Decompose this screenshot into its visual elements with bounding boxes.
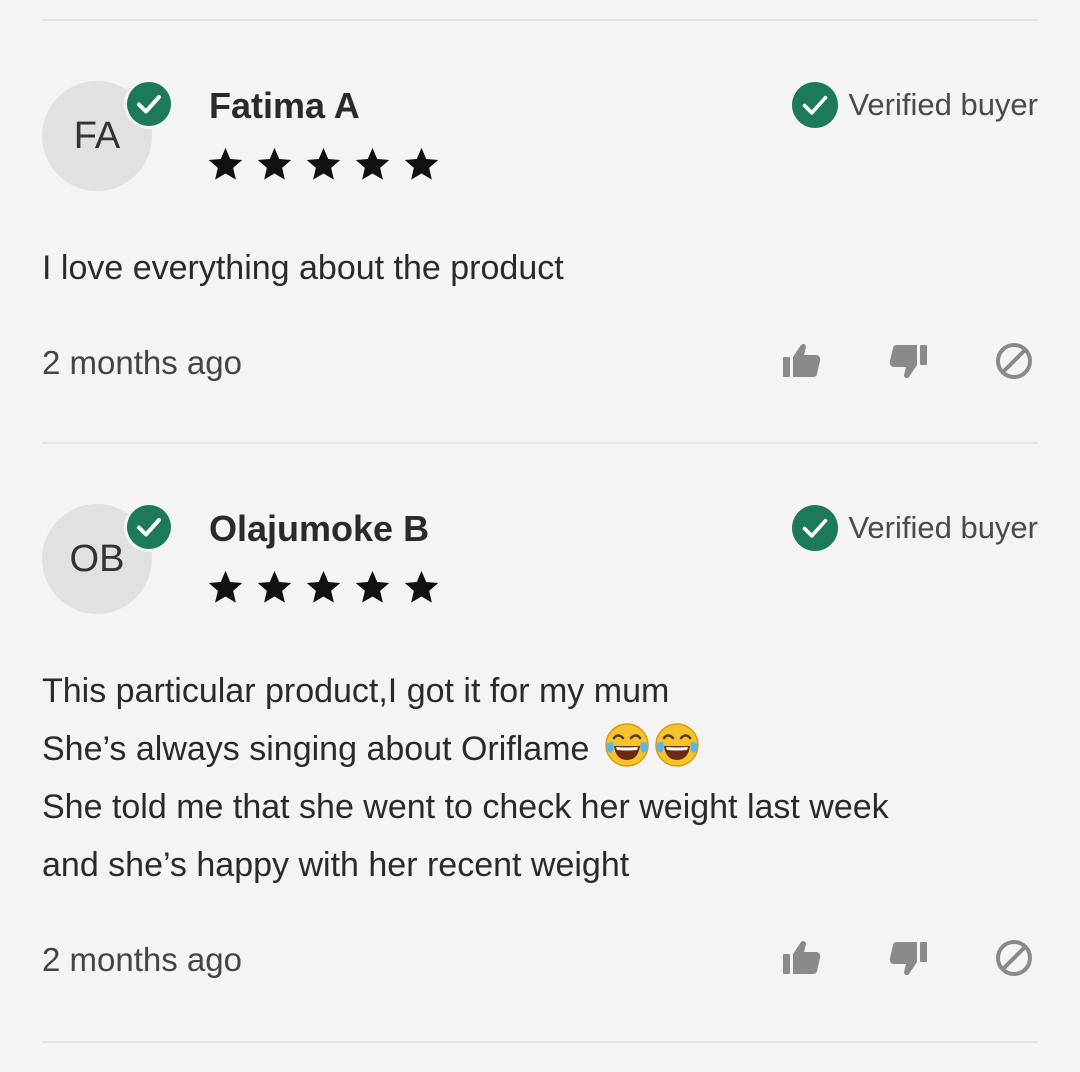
- verified-badge: [124, 79, 174, 129]
- avatar-initials: OB: [69, 538, 125, 580]
- reviewer-name: Olajumoke B: [209, 508, 430, 549]
- review-date: 2 months ago: [42, 344, 242, 381]
- star-icon: [404, 570, 439, 603]
- star-icon: [208, 570, 243, 603]
- like-button[interactable]: [778, 337, 826, 385]
- star-rating: [206, 145, 441, 185]
- thumbs-up-icon: [783, 940, 821, 974]
- review-body-line: and she’s happy with her recent weight: [42, 846, 630, 884]
- review-body-text: She’s always singing about Oriflame: [42, 730, 590, 768]
- dislike-button[interactable]: [884, 934, 932, 982]
- star-icon: [257, 570, 292, 603]
- report-button[interactable]: [990, 337, 1038, 385]
- star-rating: [206, 568, 441, 608]
- dislike-button[interactable]: [884, 337, 932, 385]
- review-actions: [778, 337, 1038, 385]
- review-date: 2 months ago: [42, 941, 242, 978]
- star-icon: [355, 147, 390, 180]
- divider-top: [42, 19, 1038, 21]
- face-with-tears-of-joy-icon: [655, 723, 699, 767]
- verified-badge: [124, 502, 174, 552]
- verified-buyer: Verified buyer: [792, 81, 1038, 129]
- verified-buyer: Verified buyer: [792, 504, 1038, 552]
- divider: [42, 442, 1038, 444]
- avatar-initials: FA: [73, 115, 121, 157]
- star-icon: [404, 147, 439, 180]
- review-body-line: She told me that she went to check her w…: [42, 788, 889, 826]
- report-icon: [996, 940, 1032, 976]
- review-actions: [778, 934, 1038, 982]
- thumbs-up-icon: [783, 343, 821, 377]
- star-icon: [306, 147, 341, 180]
- review-body: I love everything about the product: [42, 239, 564, 297]
- face-with-tears-of-joy-icon: [605, 723, 649, 767]
- check-circle-icon: [792, 82, 839, 128]
- star-icon: [355, 570, 390, 603]
- report-icon: [996, 343, 1032, 379]
- review-body-line: She’s always singing about Oriflame: [42, 720, 889, 778]
- report-button[interactable]: [990, 934, 1038, 982]
- star-icon: [208, 147, 243, 180]
- review-body-line: I love everything about the product: [42, 249, 564, 287]
- star-icon: [306, 570, 341, 603]
- divider-bottom: [42, 1041, 1038, 1043]
- verified-label: Verified buyer: [848, 510, 1038, 545]
- check-circle-icon: [792, 505, 839, 551]
- reviewer-name: Fatima A: [209, 85, 360, 126]
- check-circle-icon: [127, 505, 171, 549]
- verified-label: Verified buyer: [848, 87, 1038, 122]
- thumbs-down-icon: [889, 345, 927, 379]
- check-circle-icon: [127, 82, 171, 126]
- thumbs-down-icon: [889, 942, 927, 976]
- review-body-line: This particular product,I got it for my …: [42, 672, 670, 710]
- star-icon: [257, 147, 292, 180]
- like-button[interactable]: [778, 934, 826, 982]
- review-body: This particular product,I got it for my …: [42, 662, 889, 894]
